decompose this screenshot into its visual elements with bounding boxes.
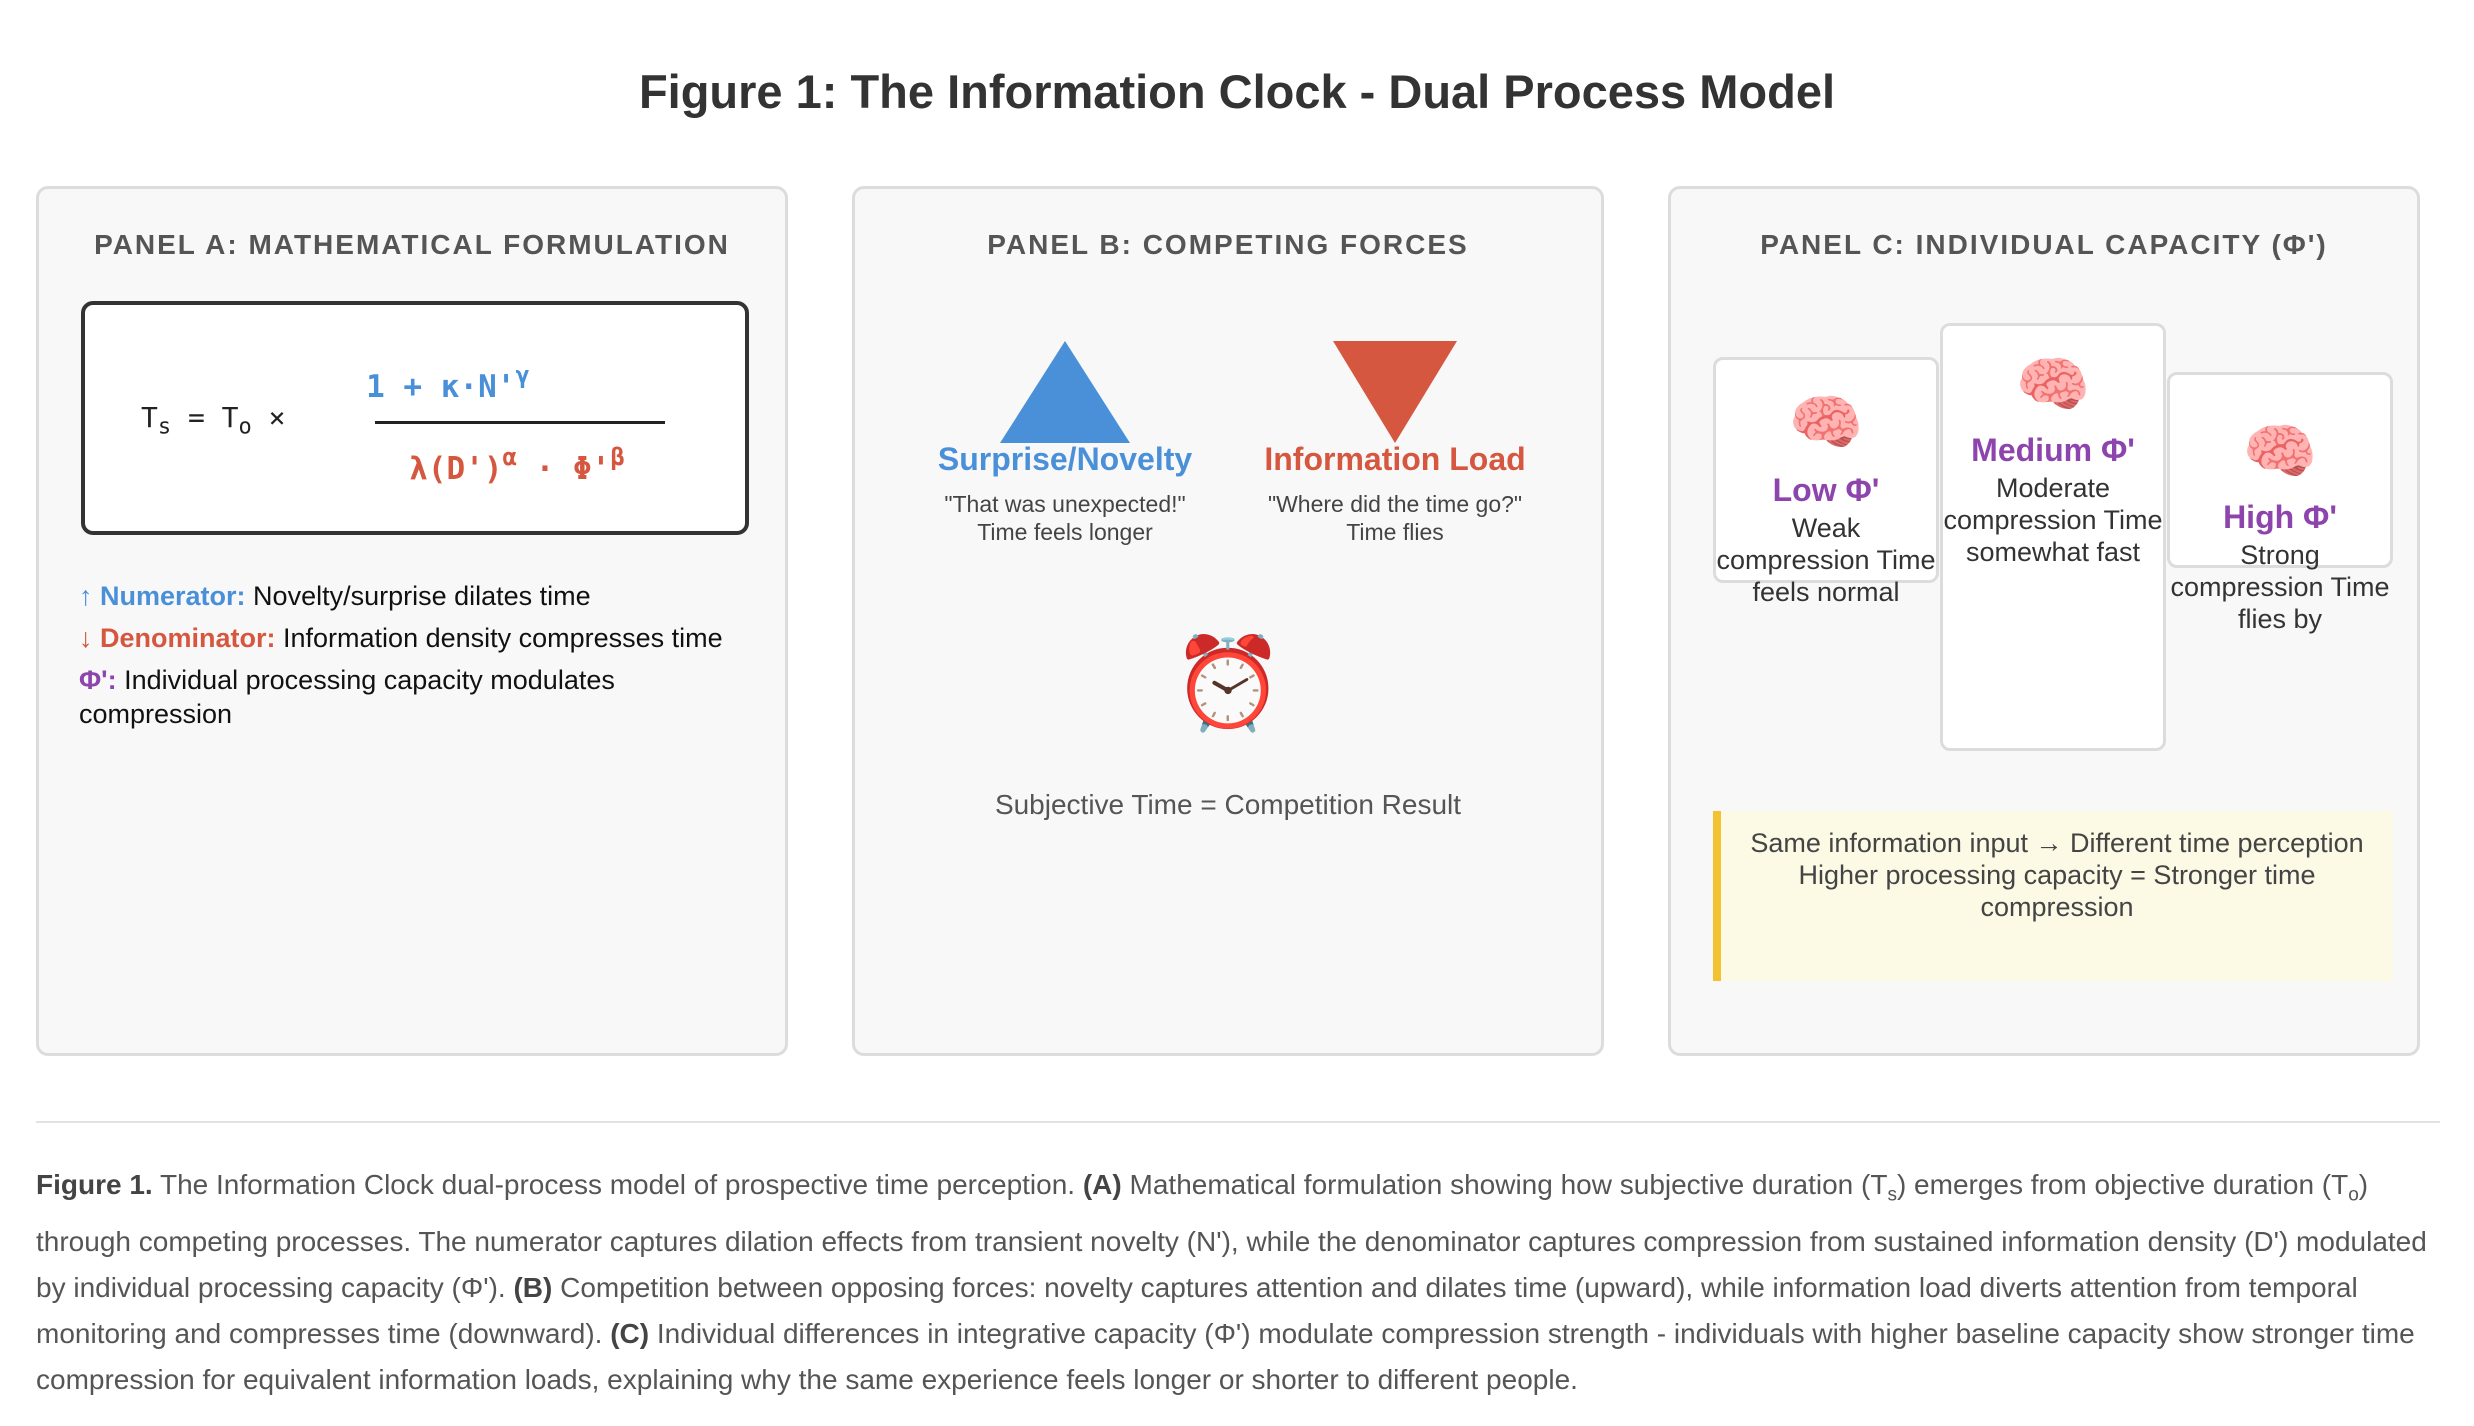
panel-c-title: PANEL C: INDIVIDUAL CAPACITY (Φ') bbox=[1760, 229, 2328, 260]
caption-text: ) emerges from objective duration (T bbox=[1896, 1169, 2349, 1200]
capacity-level: Low Φ' bbox=[1772, 472, 1880, 508]
alarm-clock-icon: ⏰ bbox=[1171, 634, 1285, 734]
load-label: Information Load bbox=[1264, 441, 1526, 477]
numerator-text: 1 + κ·N' bbox=[366, 369, 516, 405]
equation-legend: ↑ Numerator: Novelty/surprise dilates ti… bbox=[79, 579, 759, 739]
brain-icon: 🧠 bbox=[2015, 351, 2091, 418]
legend-capacity: Φ': Individual processing capacity modul… bbox=[79, 663, 759, 731]
capacity-level: High Φ' bbox=[2223, 499, 2337, 535]
capacity-desc: Strong compression Time flies by bbox=[2170, 540, 2390, 634]
capacity-level: Medium Φ' bbox=[1971, 432, 2135, 468]
brain-icon: 🧠 bbox=[1788, 389, 1864, 456]
load-force: Information Load "Where did the time go?… bbox=[1235, 441, 1555, 546]
legend-numerator: ↑ Numerator: Novelty/surprise dilates ti… bbox=[79, 579, 759, 613]
legend-label: Φ': bbox=[79, 665, 117, 695]
caption-panel-c-label: (C) bbox=[610, 1317, 650, 1349]
to-sub: o bbox=[238, 414, 252, 440]
panel-b-title: PANEL B: COMPETING FORCES bbox=[987, 229, 1469, 260]
legend-label: Numerator: bbox=[100, 581, 246, 611]
panel-a: PANEL A: MATHEMATICAL FORMULATION Ts = T… bbox=[36, 186, 788, 1056]
density-term: λ(D') bbox=[409, 451, 503, 487]
alpha-exponent: α bbox=[502, 443, 517, 471]
capacity-desc: Moderate compression Time somewhat fast bbox=[1943, 473, 2163, 567]
legend-denominator: ↓ Denominator: Information density compr… bbox=[79, 621, 759, 655]
surprise-quote: "That was unexpected!" bbox=[944, 491, 1186, 517]
caption-text: The Information Clock dual-process model… bbox=[152, 1169, 1083, 1200]
caption-sub: s bbox=[1887, 1184, 1897, 1206]
down-triangle-icon bbox=[1333, 341, 1457, 443]
ts-sub: s bbox=[157, 414, 172, 440]
legend-text: Novelty/surprise dilates time bbox=[245, 581, 591, 611]
capacity-card-medium: 🧠 Medium Φ' Moderate compression Time so… bbox=[1940, 323, 2166, 751]
surprise-label: Surprise/Novelty bbox=[937, 441, 1193, 477]
figure-caption: Figure 1. The Information Clock dual-pro… bbox=[36, 1162, 2446, 1403]
surprise-effect: Time feels longer bbox=[977, 519, 1153, 545]
legend-text: Individual processing capacity modulates… bbox=[79, 665, 615, 729]
competition-result: Subjective Time = Competition Result bbox=[994, 789, 1462, 820]
figure-title: Figure 1: The Information Clock - Dual P… bbox=[638, 65, 1836, 118]
caption-panel-a-label: (A) bbox=[1082, 1169, 1122, 1200]
equation-box: Ts = To × 1 + κ·N'γ λ(D')α · Φ'β bbox=[81, 301, 749, 535]
panel-c: PANEL C: INDIVIDUAL CAPACITY (Φ') 🧠 Low … bbox=[1668, 186, 2420, 1056]
capacity-desc: Weak compression Time feels normal bbox=[1716, 513, 1936, 607]
up-arrow-icon: ↑ bbox=[79, 581, 93, 611]
down-arrow-icon: ↓ bbox=[79, 623, 93, 653]
note-line-2: Higher processing capacity = Stronger ti… bbox=[1798, 860, 2316, 922]
caption-divider bbox=[36, 1121, 2440, 1123]
equation-numerator: 1 + κ·N'γ bbox=[267, 361, 629, 405]
equation-denominator: λ(D')α · Φ'β bbox=[367, 443, 667, 487]
legend-text: Information density compresses time bbox=[275, 623, 723, 653]
beta-exponent: β bbox=[610, 443, 625, 471]
load-quote: "Where did the time go?" bbox=[1267, 491, 1523, 517]
times-symbol: × bbox=[268, 401, 286, 434]
caption-figure-label: Figure 1. bbox=[36, 1169, 153, 1200]
panel-b: PANEL B: COMPETING FORCES Surprise/Novel… bbox=[852, 186, 1604, 1056]
fraction-bar bbox=[375, 421, 665, 424]
brain-icon: 🧠 bbox=[2242, 418, 2318, 485]
caption-sub: o bbox=[2348, 1184, 2359, 1206]
legend-label: Denominator: bbox=[100, 623, 276, 653]
caption-panel-b-label: (B) bbox=[513, 1271, 553, 1303]
surprise-force: Surprise/Novelty "That was unexpected!" … bbox=[905, 441, 1225, 546]
capacity-note: Same information input → Different time … bbox=[1713, 811, 2393, 981]
equation-lhs: Ts = To × bbox=[141, 401, 286, 440]
capacity-term: · Φ' bbox=[517, 451, 611, 487]
note-line-1: Same information input → Different time … bbox=[1750, 828, 2364, 858]
panel-a-title: PANEL A: MATHEMATICAL FORMULATION bbox=[94, 229, 730, 260]
load-effect: Time flies bbox=[1346, 519, 1444, 545]
up-triangle-icon bbox=[1000, 341, 1130, 443]
caption-text: Mathematical formulation showing how sub… bbox=[1121, 1169, 1888, 1200]
gamma-exponent: γ bbox=[515, 361, 530, 389]
to-symbol: = T bbox=[187, 401, 239, 434]
capacity-card-high: 🧠 High Φ' Strong compression Time flies … bbox=[2167, 372, 2393, 634]
capacity-card-low: 🧠 Low Φ' Weak compression Time feels nor… bbox=[1713, 357, 1939, 607]
ts-symbol: T bbox=[141, 401, 158, 434]
